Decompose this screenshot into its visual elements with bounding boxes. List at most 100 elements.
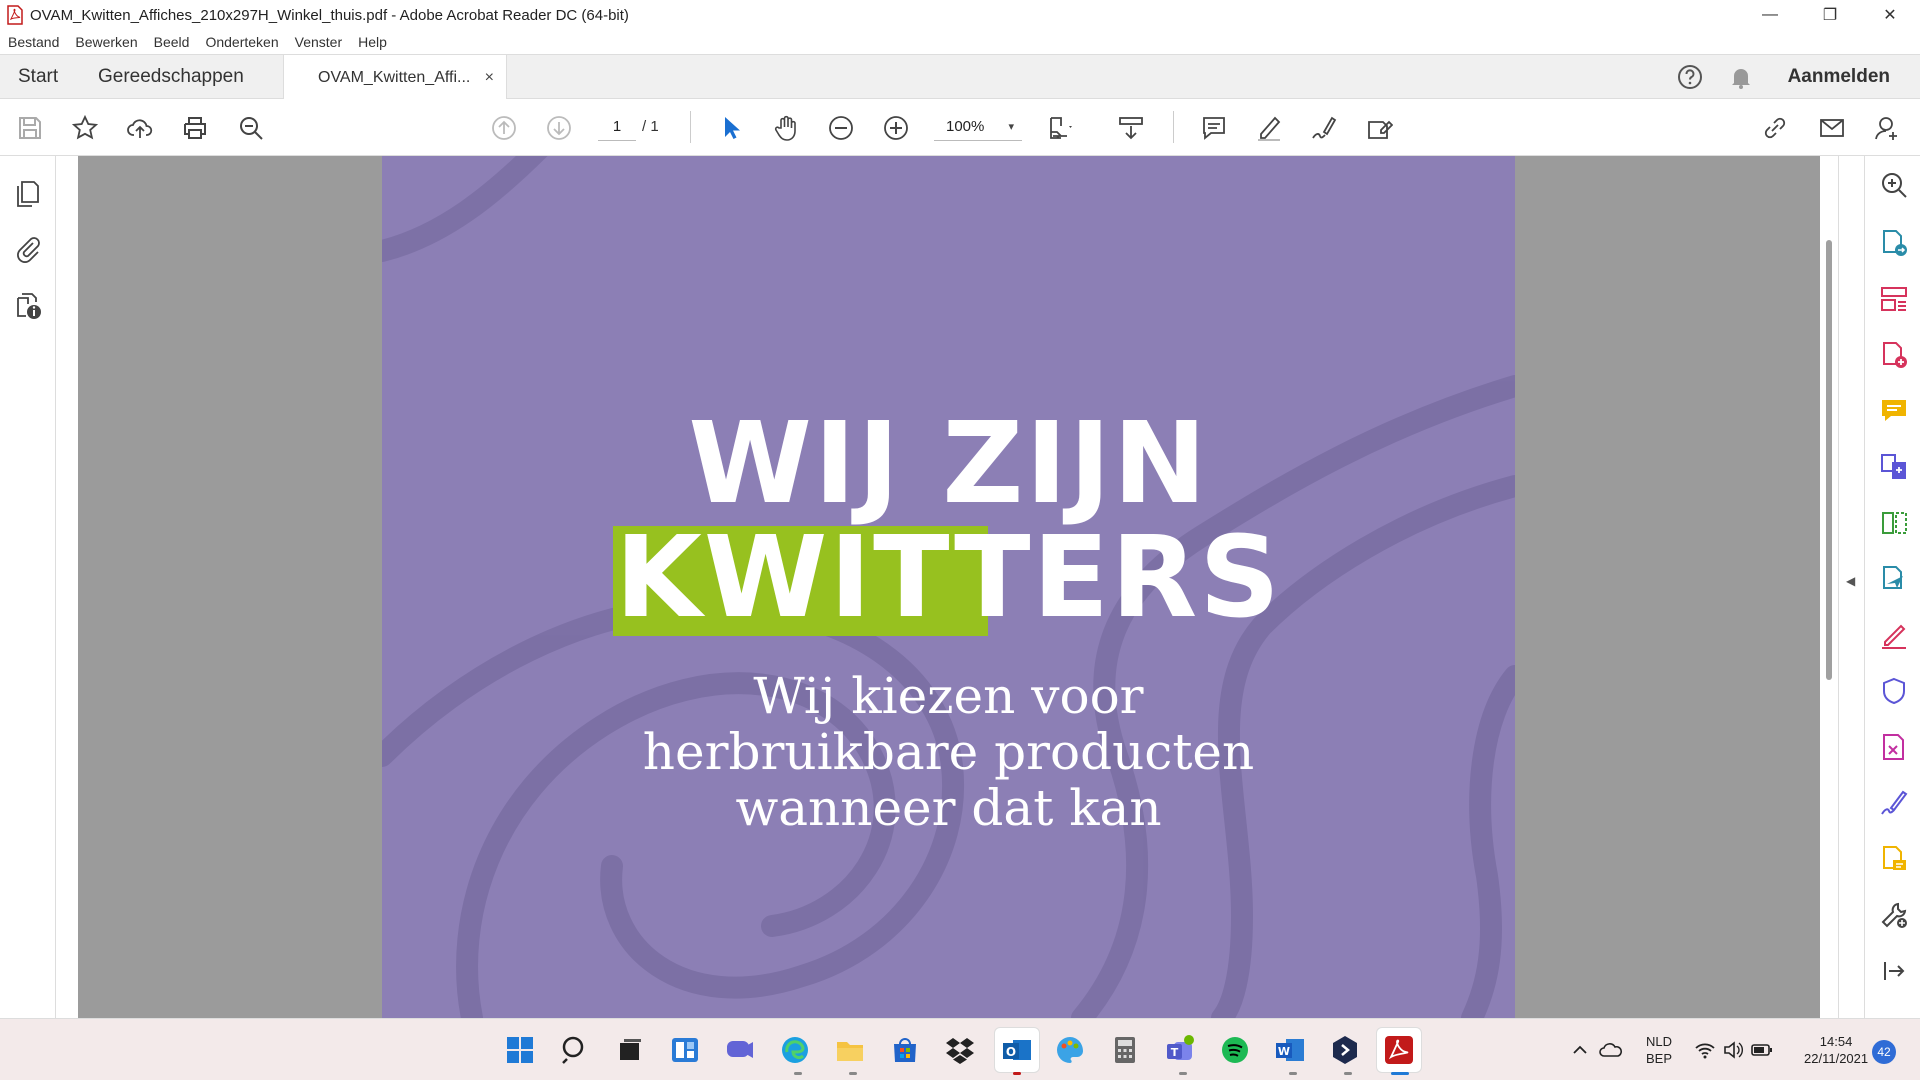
system-tray: NLD BEP 14:54 22/11/2021 [1570,1019,1868,1080]
teams-chat-icon[interactable] [724,1034,756,1066]
search-icon[interactable] [559,1034,591,1066]
share-link-icon[interactable] [1760,113,1790,143]
calculator-icon[interactable] [1109,1034,1141,1066]
export-pdf-icon[interactable] [1879,228,1909,258]
help-icon[interactable] [1676,63,1704,91]
page-thumbnails-icon[interactable] [12,178,44,210]
search-zoom-icon[interactable] [236,113,266,143]
close-tab-icon[interactable]: × [485,69,494,87]
spotify-icon[interactable] [1219,1034,1251,1066]
vertical-scrollbar[interactable] [1820,156,1838,1018]
bell-icon[interactable] [1728,64,1754,90]
dropbox-icon[interactable] [944,1034,976,1066]
next-page-icon[interactable] [544,113,574,143]
minimize-button[interactable]: — [1740,0,1800,30]
hand-tool-icon[interactable] [771,113,801,143]
protect-shield-icon[interactable] [1879,676,1909,706]
acrobat-pdf-icon [7,5,23,25]
paint-palette-icon[interactable] [1054,1034,1086,1066]
file-explorer-icon[interactable] [834,1034,866,1066]
notification-badge[interactable]: 42 [1872,1040,1896,1064]
redact-form-icon[interactable] [1879,732,1909,762]
windows-start-icon[interactable] [504,1034,536,1066]
menu-venster[interactable]: Venster [295,34,342,50]
send-for-review-icon[interactable] [1879,564,1909,594]
widgets-icon[interactable] [669,1034,701,1066]
fit-page-icon[interactable] [1046,113,1076,143]
zoom-out-icon[interactable] [826,113,856,143]
menu-beeld[interactable]: Beeld [154,34,190,50]
clock-time: 14:54 [1819,1034,1853,1049]
onedrive-cloud-icon[interactable] [1598,1040,1624,1060]
cloud-upload-icon[interactable] [125,113,155,143]
keyboard-layout: BEP [1646,1051,1673,1066]
running-indicator [849,1072,857,1075]
document-viewport[interactable]: WIJ ZIJN KWITTERS Wij kiezen voor herbru… [56,156,1820,1018]
chevron-up-icon[interactable] [1570,1040,1590,1060]
select-cursor-icon[interactable] [716,113,746,143]
language-indicator[interactable]: NLD BEP [1646,1033,1672,1067]
vpn-app-icon[interactable] [1329,1034,1361,1066]
chevron-down-icon: ▾ [1008,121,1014,133]
compare-files-icon[interactable] [1879,508,1909,538]
battery-icon[interactable] [1750,1040,1774,1060]
running-indicator [1013,1072,1021,1075]
scrollbar-thumb[interactable] [1826,240,1832,680]
highlight-pen-icon[interactable] [1254,113,1284,143]
word-icon[interactable]: W [1274,1034,1306,1066]
fill-and-sign-icon[interactable] [1879,620,1909,650]
menu-bewerken[interactable]: Bewerken [75,34,137,50]
running-indicator [794,1072,802,1075]
draw-signature-icon[interactable] [1309,113,1339,143]
acrobat-reader-icon[interactable] [1383,1034,1415,1066]
email-icon[interactable] [1817,113,1847,143]
svg-text:T: T [1171,1046,1179,1059]
outlook-icon[interactable]: O [1001,1034,1033,1066]
edge-browser-icon[interactable] [779,1034,811,1066]
sign-in-button[interactable]: Aanmelden [1788,66,1890,88]
add-user-icon[interactable] [1873,113,1903,143]
organize-pages-icon[interactable] [1879,284,1909,314]
more-tools-wrench-icon[interactable] [1879,900,1909,930]
menu-help[interactable]: Help [358,34,387,50]
running-indicator [1344,1072,1352,1075]
comment-icon[interactable] [1199,113,1229,143]
expand-right-panel-icon[interactable]: ◀ [1846,574,1855,588]
previous-page-icon[interactable] [489,113,519,143]
microsoft-teams-icon[interactable]: T [1164,1034,1196,1066]
volume-icon[interactable] [1722,1040,1744,1060]
language-code: NLD [1646,1034,1673,1049]
combine-files-icon[interactable] [1879,452,1909,482]
current-page-input[interactable]: 1 [598,113,636,141]
active-indicator [1391,1072,1409,1075]
fill-sign-icon[interactable] [1364,113,1394,143]
wifi-icon[interactable] [1694,1040,1716,1060]
poster-headline-line2: KWITTERS [615,513,1282,643]
document-properties-icon[interactable] [12,290,44,322]
star-bookmark-icon[interactable] [70,113,100,143]
tab-tools[interactable]: Gereedschappen [98,55,244,99]
save-icon[interactable] [15,113,45,143]
menu-onderteken[interactable]: Onderteken [205,34,278,50]
clock[interactable]: 14:54 22/11/2021 [1804,1033,1868,1067]
attachment-paperclip-icon[interactable] [12,232,44,264]
task-view-icon[interactable] [614,1034,646,1066]
close-window-button[interactable]: ✕ [1860,0,1920,30]
zoom-in-icon[interactable] [881,113,911,143]
comment-tool-icon[interactable] [1879,396,1909,426]
microsoft-store-icon[interactable] [889,1034,921,1066]
print-icon[interactable] [180,113,210,143]
tab-start[interactable]: Start [18,55,58,99]
tab-bar: Start Gereedschappen OVAM_Kwitten_Affi..… [0,54,1920,100]
request-signature-icon[interactable] [1879,788,1909,818]
zoom-search-icon[interactable] [1879,170,1909,200]
create-pdf-icon[interactable] [1879,340,1909,370]
tab-document[interactable]: OVAM_Kwitten_Affi... × [283,55,507,100]
maximize-button[interactable]: ❐ [1800,0,1860,30]
running-indicator [1289,1072,1297,1075]
scroll-mode-icon[interactable] [1116,113,1146,143]
menu-bestand[interactable]: Bestand [8,34,59,50]
collapse-tools-panel-icon[interactable] [1879,956,1909,986]
zoom-level-select[interactable]: 100% ▾ [934,113,1022,141]
stamp-document-icon[interactable] [1879,844,1909,874]
